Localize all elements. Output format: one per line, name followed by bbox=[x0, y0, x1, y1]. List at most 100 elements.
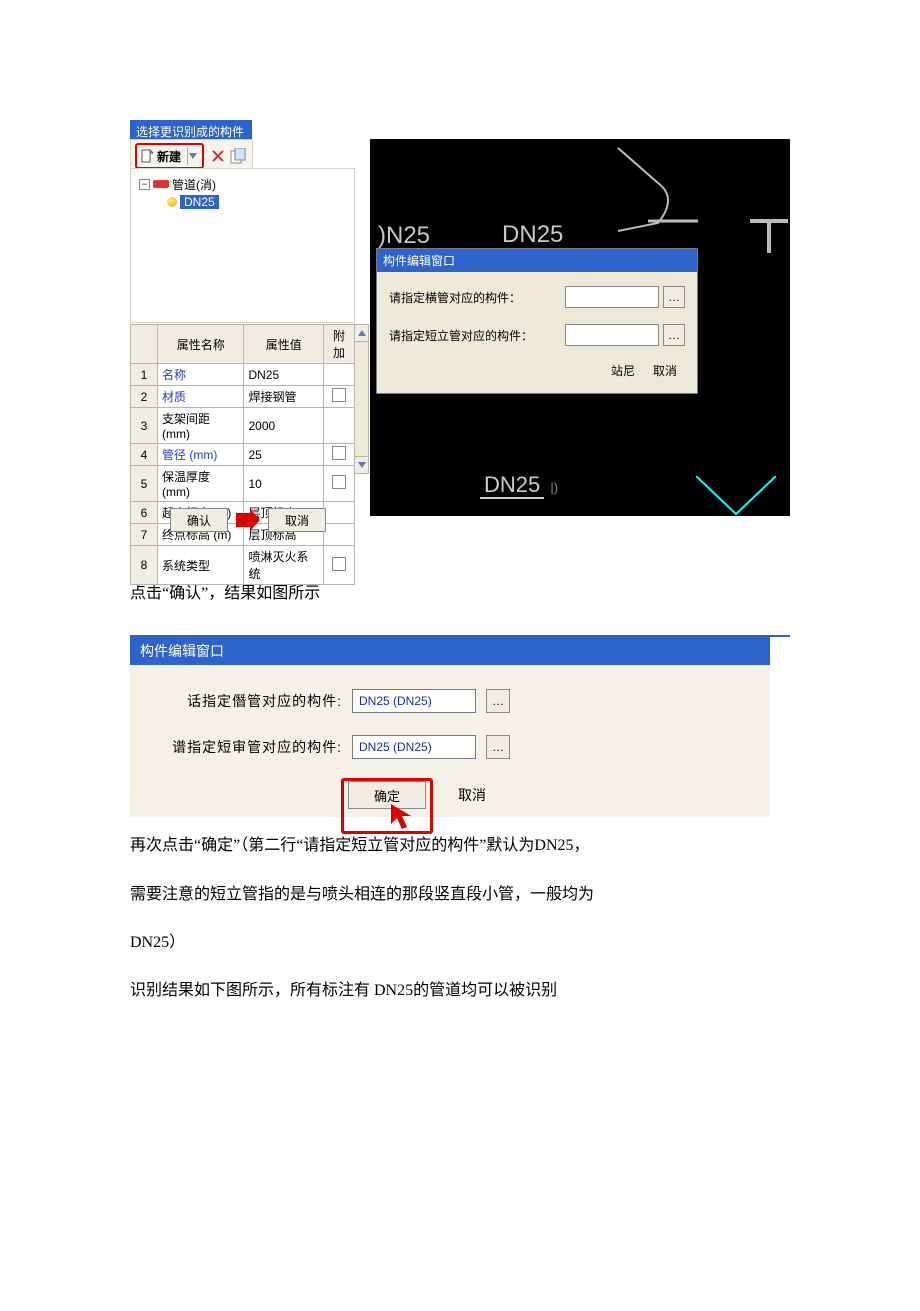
component-edit-dialog-1-title: 构件编辑窗口 bbox=[377, 249, 697, 272]
copy-button[interactable] bbox=[230, 148, 248, 164]
pipe-icon bbox=[153, 180, 169, 188]
attr-add-cell[interactable] bbox=[324, 502, 355, 524]
paragraph-recognition-result: 识别结果如下图所示，所有标注有 DN25的管道均可以被识别 bbox=[130, 972, 790, 1010]
viewport-t-marker-icon bbox=[748, 213, 790, 255]
dlg1-cancel[interactable]: 取消 bbox=[653, 362, 677, 379]
checkbox-icon[interactable] bbox=[332, 446, 346, 460]
attr-row[interactable]: 2材质焊接钢管 bbox=[131, 386, 355, 408]
checkbox-icon[interactable] bbox=[332, 475, 346, 489]
recognition-dialog-buttons: 确认 取消 bbox=[170, 508, 326, 532]
attr-value-cell[interactable]: 焊接钢管 bbox=[244, 386, 324, 408]
component-tree[interactable]: − 管道(消) DN25 bbox=[130, 168, 355, 323]
attr-header-value: 属性值 bbox=[244, 325, 324, 364]
attr-row[interactable]: 5保温厚度 (mm)10 bbox=[131, 466, 355, 502]
dlg2-row2-browse-button[interactable]: … bbox=[486, 735, 510, 759]
attr-row-index: 7 bbox=[131, 524, 158, 546]
tree-child-row[interactable]: DN25 bbox=[135, 193, 350, 211]
component-edit-dialog-2-body: 话指定僭管对应的构件: DN25 (DN25) … 谱指定短审管对应的构件: D… bbox=[130, 665, 770, 817]
attr-value-cell[interactable]: 25 bbox=[244, 444, 324, 466]
dlg1-row2-value[interactable] bbox=[565, 324, 659, 346]
attr-name-cell: 保温厚度 (mm) bbox=[158, 466, 244, 502]
delete-button[interactable] bbox=[210, 148, 226, 164]
checkbox-icon[interactable] bbox=[332, 557, 346, 571]
attr-add-cell[interactable] bbox=[324, 364, 355, 386]
component-edit-dialog-2-title: 构件编辑窗口 bbox=[130, 637, 770, 665]
dlg2-cancel-button[interactable]: 取消 bbox=[442, 782, 502, 808]
dlg2-row1-value[interactable]: DN25 (DN25) bbox=[352, 689, 476, 713]
attr-row-index: 8 bbox=[131, 546, 158, 585]
attr-add-cell[interactable] bbox=[324, 524, 355, 546]
paragraph-dn25-close: DN25） bbox=[130, 924, 790, 962]
dlg1-row1-value[interactable] bbox=[565, 286, 659, 308]
screenshot-recognition-dialog: 选择更识别成的构件 新建 − bbox=[130, 120, 790, 550]
attr-name-cell: 支架间距 (mm) bbox=[158, 408, 244, 444]
red-arrow-annotation-icon bbox=[236, 509, 260, 531]
scroll-down-button[interactable] bbox=[355, 456, 368, 473]
dlg2-row2-label: 谱指定短审管对应的构件: bbox=[164, 737, 342, 757]
dlg2-row-horizontal-pipe: 话指定僭管对应的构件: DN25 (DN25) … bbox=[164, 689, 770, 713]
attr-row-index: 1 bbox=[131, 364, 158, 386]
tree-collapse-icon[interactable]: − bbox=[139, 179, 150, 190]
attr-row-index: 2 bbox=[131, 386, 158, 408]
attr-add-cell[interactable] bbox=[324, 466, 355, 502]
red-cursor-annotation-icon bbox=[389, 802, 419, 832]
attr-value-cell[interactable]: 10 bbox=[244, 466, 324, 502]
dlg1-row2-label: 请指定短立管对应的构件： bbox=[389, 327, 565, 344]
attr-value-cell[interactable]: 喷淋灭火系统 bbox=[244, 546, 324, 585]
viewport-label-dn25-selected: DN25 bbox=[502, 221, 563, 251]
chevron-down-icon bbox=[189, 153, 197, 159]
attr-row[interactable]: 4管径 (mm)25 bbox=[131, 444, 355, 466]
attr-add-cell[interactable] bbox=[324, 444, 355, 466]
dlg1-ok-like[interactable]: 站尼 bbox=[611, 362, 635, 379]
dlg1-row1-label: 请指定横管对应的构件： bbox=[389, 289, 565, 306]
new-button[interactable]: 新建 bbox=[135, 143, 204, 169]
attribute-table: 属性名称 属性值 附加 1名称DN252材质焊接钢管3支架间距 (mm)2000… bbox=[130, 324, 355, 585]
attr-value-cell[interactable]: 2000 bbox=[244, 408, 324, 444]
attr-scrollbar[interactable] bbox=[355, 324, 369, 474]
dlg1-row1-browse-button[interactable]: … bbox=[663, 286, 685, 308]
checkbox-icon[interactable] bbox=[332, 388, 346, 402]
new-button-label: 新建 bbox=[157, 148, 181, 165]
attr-add-cell[interactable] bbox=[324, 546, 355, 585]
attr-value-cell[interactable]: DN25 bbox=[244, 364, 324, 386]
dlg1-row2-browse-button[interactable]: … bbox=[663, 324, 685, 346]
attr-header-row: 属性名称 属性值 附加 bbox=[131, 325, 355, 364]
new-button-dropdown[interactable] bbox=[187, 147, 198, 165]
dlg2-ok-button[interactable]: 确定 bbox=[348, 781, 426, 809]
attr-row-index: 6 bbox=[131, 502, 158, 524]
viewport-curve-icon bbox=[608, 143, 698, 233]
dlg2-button-row: 确定 取消 bbox=[348, 781, 770, 809]
dlg2-row1-browse-button[interactable]: … bbox=[486, 689, 510, 713]
dlg2-row-short-riser: 谱指定短审管对应的构件: DN25 (DN25) … bbox=[164, 735, 770, 759]
attr-header-name: 属性名称 bbox=[158, 325, 244, 364]
attr-name-cell: 管径 (mm) bbox=[158, 444, 244, 466]
attr-header-add: 附加 bbox=[324, 325, 355, 364]
paragraph-note-short-riser: 需要注意的短立管指的是与喷头相连的那段竖直段小管，一般均为 bbox=[130, 876, 790, 914]
attr-row-index: 3 bbox=[131, 408, 158, 444]
confirm-button[interactable]: 确认 bbox=[170, 508, 228, 532]
attr-name-cell: 材质 bbox=[158, 386, 244, 408]
cancel-button[interactable]: 取消 bbox=[268, 508, 326, 532]
attr-row-index: 4 bbox=[131, 444, 158, 466]
attr-add-cell[interactable] bbox=[324, 386, 355, 408]
attr-add-cell[interactable] bbox=[324, 408, 355, 444]
attr-header-blank bbox=[131, 325, 158, 364]
tree-child-label: DN25 bbox=[180, 195, 219, 209]
viewport-cyan-shape-icon bbox=[696, 476, 776, 516]
viewport-label-dn25-bottom: DN25 |) bbox=[480, 472, 558, 498]
attr-row[interactable]: 1名称DN25 bbox=[131, 364, 355, 386]
attr-row[interactable]: 8系统类型喷淋灭火系统 bbox=[131, 546, 355, 585]
component-edit-dialog-1: 构件编辑窗口 请指定横管对应的构件： … 请指定短立管对应的构件： … 站尼 bbox=[376, 248, 698, 394]
attr-name-cell: 系统类型 bbox=[158, 546, 244, 585]
tree-root-label: 管道(消) bbox=[172, 176, 216, 193]
dlg1-row-horizontal-pipe: 请指定横管对应的构件： … bbox=[389, 286, 685, 308]
attribute-panel: 属性名称 属性值 附加 1名称DN252材质焊接钢管3支架间距 (mm)2000… bbox=[130, 324, 355, 585]
viewport-labels: )N25 DN25 bbox=[378, 221, 563, 251]
attr-row[interactable]: 3支架间距 (mm)2000 bbox=[131, 408, 355, 444]
tree-root-row[interactable]: − 管道(消) bbox=[135, 175, 350, 193]
screenshot-component-edit-2: 构件编辑窗口 话指定僭管对应的构件: DN25 (DN25) … 谱指定短审管对… bbox=[130, 635, 790, 817]
new-file-icon bbox=[141, 149, 153, 163]
paragraph-reclick-confirm: 再次点击“确定”（第二行“请指定短立管对应的构件”默认为DN25， bbox=[130, 827, 790, 865]
dlg2-row2-value[interactable]: DN25 (DN25) bbox=[352, 735, 476, 759]
scroll-up-button[interactable] bbox=[355, 325, 368, 342]
